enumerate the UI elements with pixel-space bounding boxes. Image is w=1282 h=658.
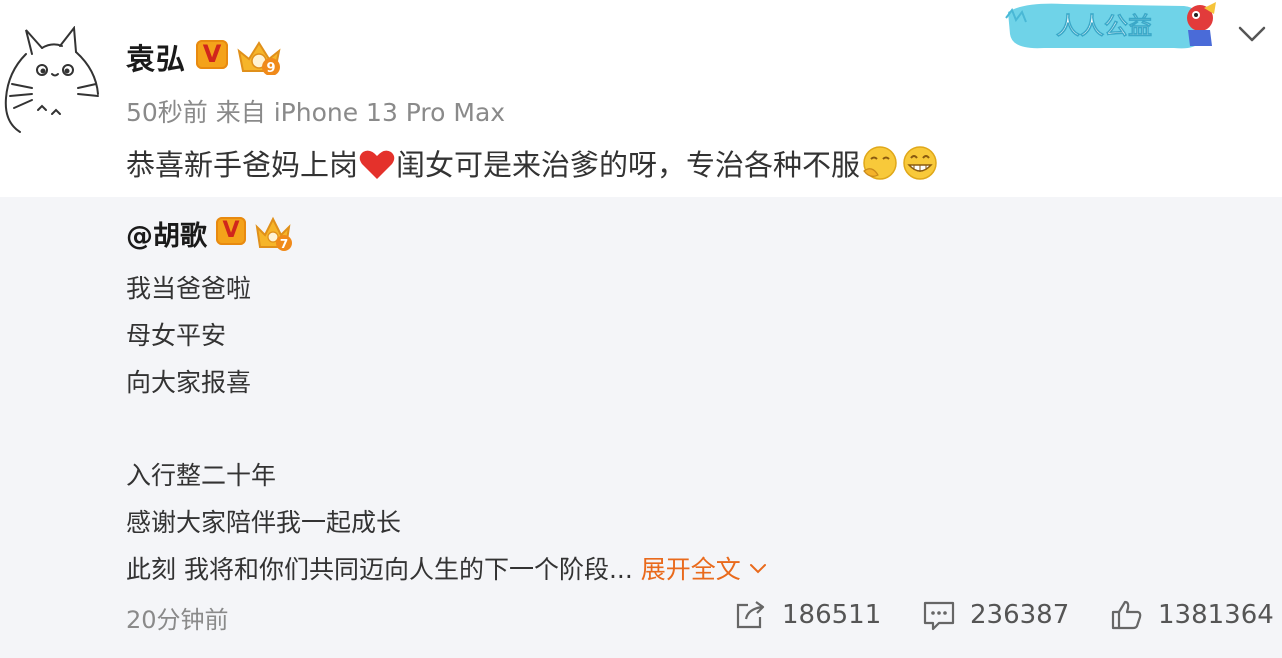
- post-text-part-2: 闺女可是来治爹的呀，专治各种不服: [396, 148, 861, 182]
- repost-line-text: 此刻 我将和你们共同迈向人生的下一个阶段...: [126, 555, 633, 584]
- post-meta: 50秒前 来自 iPhone 13 Pro Max: [126, 98, 506, 127]
- repost-line: 入行整二十年: [126, 461, 277, 490]
- grin-emoji-icon: [903, 146, 937, 180]
- thumbs-up-icon: [1111, 600, 1142, 630]
- totoro-avatar-icon: [4, 25, 99, 133]
- repost-line: 母女平安: [126, 321, 227, 350]
- share-count: 186511: [782, 600, 882, 630]
- svg-text:9: 9: [266, 61, 275, 75]
- post-text-part-1: 恭喜新手爸妈上岗: [126, 148, 359, 182]
- expand-full-text-link[interactable]: 展开全文: [641, 555, 767, 584]
- post-text: 恭喜新手爸妈上岗 闺女可是来治爹的呀，专治各种不服: [126, 142, 940, 184]
- repost-line: 我当爸爸啦: [126, 274, 252, 303]
- comment-count: 236387: [970, 600, 1070, 630]
- like-count: 1381364: [1158, 600, 1274, 630]
- repost-card[interactable]: @胡歌 V 7 我当爸爸啦 母女平安 向大家报喜 入行整二十年 感谢大家陪伴我一…: [0, 197, 1282, 658]
- repost-line: 此刻 我将和你们共同迈向人生的下一个阶段... 展开全文: [126, 550, 767, 586]
- repost-line: 感谢大家陪伴我一起成长: [126, 508, 402, 537]
- repost-line: 向大家报喜: [126, 368, 252, 397]
- chevron-down-icon[interactable]: [1236, 24, 1268, 44]
- avatar[interactable]: [2, 25, 102, 134]
- verified-badge-icon: V: [196, 40, 228, 69]
- share-button[interactable]: 186511: [734, 597, 881, 633]
- public-welfare-badge[interactable]: 人人公益: [1004, 0, 1220, 54]
- comment-button[interactable]: 236387: [922, 597, 1069, 633]
- thinking-emoji-icon: [863, 146, 897, 180]
- weibo-post: 袁弘 V 9 人人公益 50秒前 来自 iPhone 13 Pro Max 恭喜…: [0, 0, 1282, 658]
- comment-icon: [923, 601, 955, 631]
- author-name[interactable]: 袁弘: [126, 36, 186, 78]
- chevron-down-icon: [749, 564, 766, 574]
- repost-author[interactable]: @胡歌: [126, 214, 207, 253]
- svg-text:7: 7: [280, 237, 288, 251]
- member-crown-icon: 9: [235, 37, 283, 76]
- member-crown-icon: 7: [254, 215, 294, 251]
- verified-badge-icon: V: [216, 217, 246, 245]
- heart-icon: [359, 150, 395, 179]
- expand-label: 展开全文: [640, 555, 741, 584]
- share-icon: [736, 601, 765, 629]
- repost-time: 20分钟前: [126, 606, 229, 634]
- like-button[interactable]: 1381364: [1110, 597, 1274, 633]
- svg-text:人人公益: 人人公益: [1056, 12, 1152, 40]
